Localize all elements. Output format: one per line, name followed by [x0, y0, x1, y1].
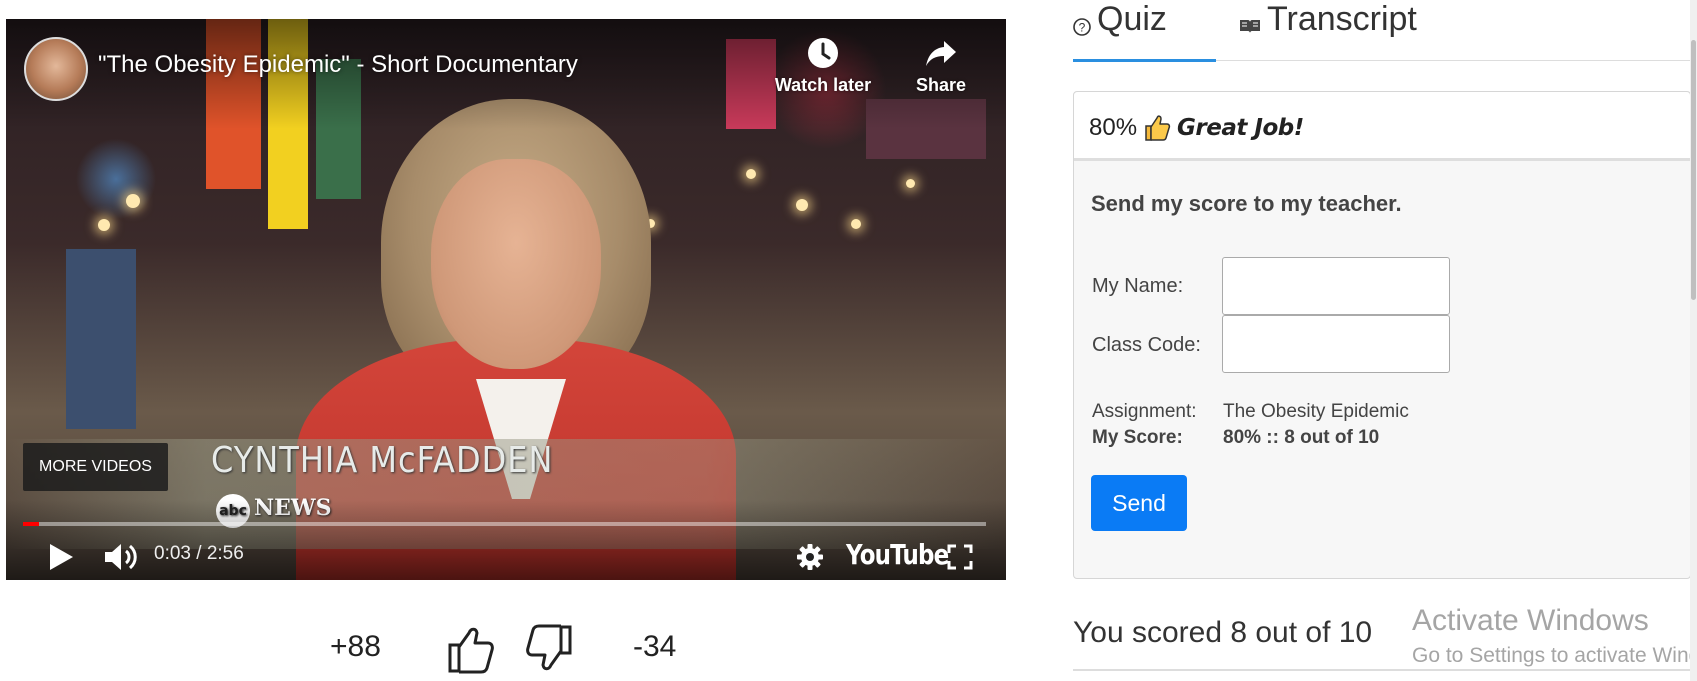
- downvote-count: -34: [633, 630, 677, 663]
- thumbs-down-icon[interactable]: [524, 623, 574, 675]
- praise-text: Great Job!: [1177, 115, 1304, 141]
- anchor-face: [431, 159, 601, 369]
- tab-quiz[interactable]: ? Quiz: [1073, 0, 1216, 62]
- background-sign: [66, 249, 136, 429]
- clock-icon: [808, 38, 838, 68]
- tab-bar: ? Quiz Transcript: [1073, 0, 1697, 62]
- name-input[interactable]: [1222, 257, 1450, 315]
- class-code-input[interactable]: [1222, 315, 1450, 373]
- time-total: 2:56: [206, 543, 244, 564]
- street-light: [796, 199, 808, 211]
- assignment-label: Assignment:: [1092, 401, 1197, 422]
- my-score-label: My Score:: [1092, 427, 1183, 448]
- time-current: 0:03: [154, 543, 191, 564]
- thumbs-up-icon[interactable]: [446, 623, 496, 675]
- score-result-text: You scored 8 out of 10: [1073, 616, 1373, 649]
- class-code-label: Class Code:: [1092, 334, 1201, 356]
- my-score-value: 80% :: 8 out of 10: [1223, 427, 1380, 448]
- street-light: [126, 194, 140, 208]
- street-light: [906, 179, 915, 188]
- score-card: 80% Great Job! Send my score to my teach…: [1073, 91, 1691, 579]
- question-circle-icon: ?: [1073, 18, 1091, 36]
- lower-third-name: CYNTHIA McFADDEN: [211, 439, 554, 481]
- share-arrow-icon: [926, 41, 956, 66]
- time-separator: /: [190, 543, 207, 564]
- share-button[interactable]: Share: [886, 37, 996, 96]
- scrollbar-thumb[interactable]: [1691, 40, 1696, 300]
- video-player[interactable]: CYNTHIA McFADDEN abcNEWS "The Obesity Ep…: [6, 19, 1006, 580]
- progress-bar[interactable]: [23, 522, 986, 526]
- street-light: [851, 219, 861, 229]
- tab-transcript[interactable]: Transcript: [1239, 0, 1439, 59]
- activate-windows-subtitle: Go to Settings to activate Windows.: [1412, 644, 1697, 667]
- street-light: [98, 219, 110, 231]
- play-icon[interactable]: [46, 541, 76, 573]
- tab-quiz-label: Quiz: [1097, 0, 1167, 38]
- divider: [1073, 669, 1697, 671]
- score-summary: 80% Great Job!: [1089, 114, 1304, 142]
- book-open-icon: [1240, 20, 1260, 33]
- watch-later-button[interactable]: Watch later: [768, 37, 878, 96]
- channel-avatar[interactable]: [24, 37, 88, 101]
- video-title[interactable]: "The Obesity Epidemic" - Short Documenta…: [98, 51, 578, 79]
- score-card-header: 80% Great Job!: [1074, 92, 1690, 161]
- thumbs-up-emoji-icon: [1145, 115, 1171, 141]
- share-label: Share: [915, 75, 967, 95]
- progress-played: [23, 522, 40, 526]
- gear-icon[interactable]: [796, 543, 824, 571]
- watch-later-label: Watch later: [774, 75, 872, 95]
- send-button[interactable]: Send: [1091, 475, 1187, 531]
- street-light: [746, 169, 756, 179]
- activate-windows-title: Activate Windows: [1412, 604, 1649, 637]
- more-videos-button[interactable]: MORE VIDEOS: [23, 443, 168, 491]
- tab-transcript-label: Transcript: [1267, 0, 1417, 38]
- send-score-heading: Send my score to my teacher.: [1091, 191, 1402, 216]
- volume-icon[interactable]: [102, 541, 142, 573]
- name-label: My Name:: [1092, 275, 1184, 297]
- youtube-logo[interactable]: YouTube: [846, 538, 949, 571]
- assignment-value: The Obesity Epidemic: [1223, 401, 1409, 422]
- score-percent: 80%: [1089, 114, 1138, 141]
- svg-text:?: ?: [1079, 21, 1086, 35]
- upvote-count: +88: [330, 630, 381, 663]
- fullscreen-icon[interactable]: [946, 543, 974, 571]
- time-display: 0:03 / 2:56: [154, 543, 244, 565]
